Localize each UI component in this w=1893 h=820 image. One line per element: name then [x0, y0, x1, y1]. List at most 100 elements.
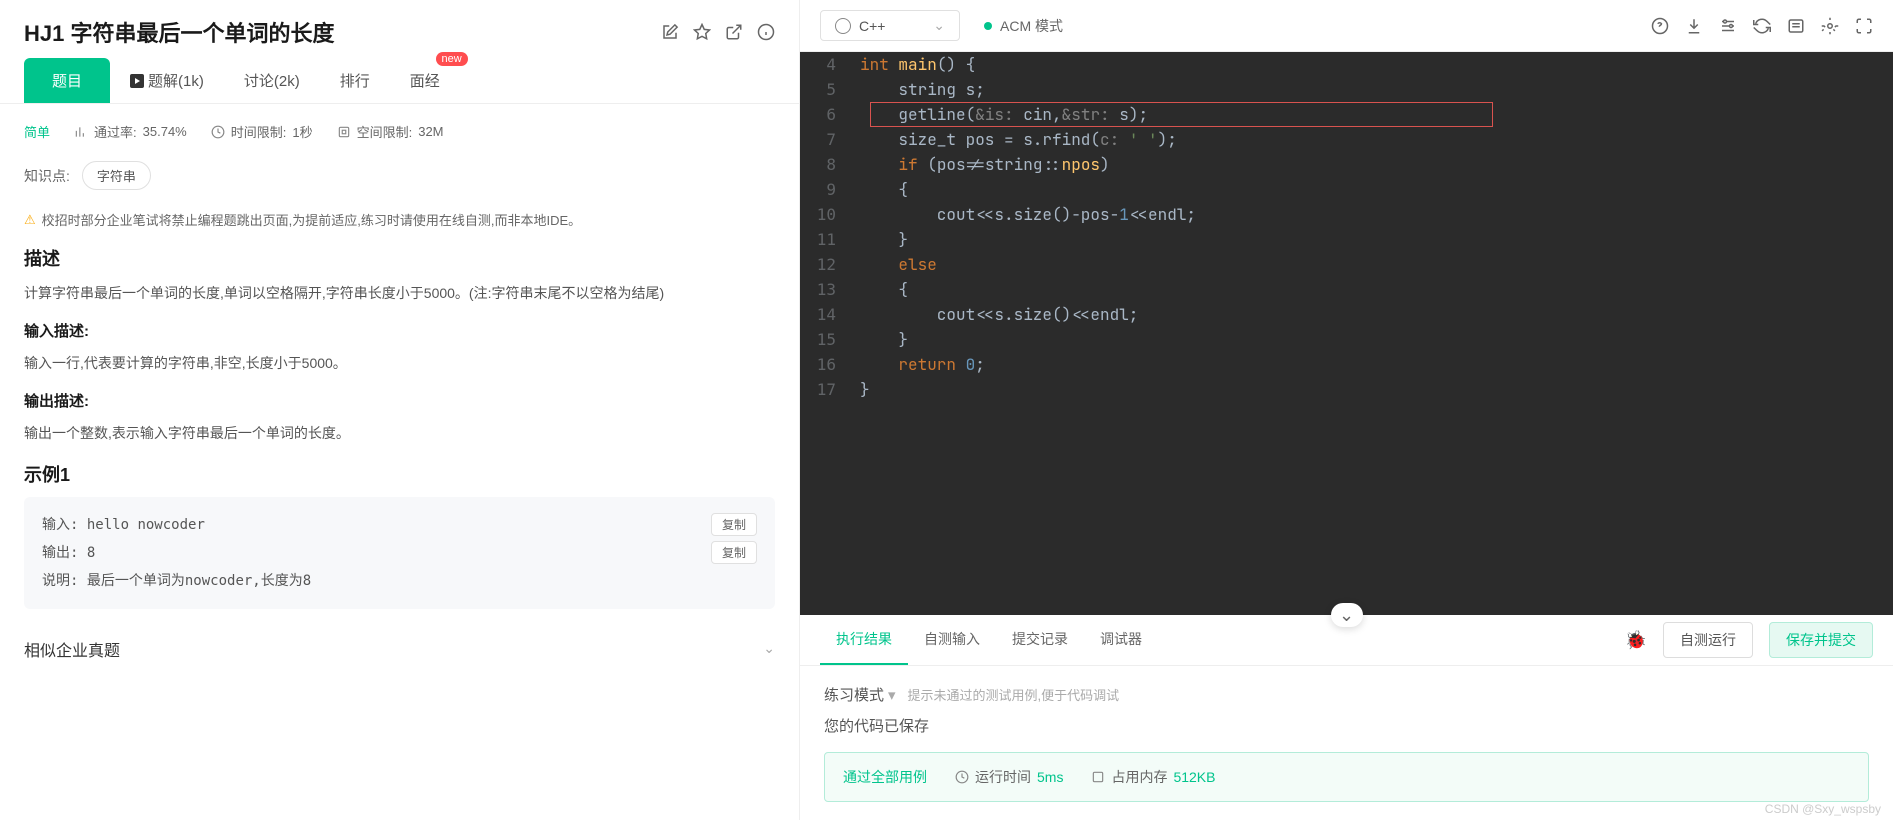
tab-interview[interactable]: 面经new [390, 58, 460, 103]
time-limit-label: 时间限制: [231, 122, 287, 141]
tab-discuss[interactable]: 讨论(2k) [224, 58, 320, 103]
copy-output-button[interactable]: 复制 [711, 541, 757, 564]
line-content: string s; [860, 77, 1893, 102]
code-line: 4int main() { [800, 52, 1893, 77]
globe-icon [835, 18, 851, 34]
line-content: } [860, 227, 1893, 252]
line-content: { [860, 277, 1893, 302]
input-body: 输入一行,代表要计算的字符串,非空,长度小于5000。 [24, 351, 775, 376]
result-tab-exec[interactable]: 执行结果 [820, 615, 908, 665]
desc-body: 计算字符串最后一个单词的长度,单词以空格隔开,字符串长度小于5000。(注:字符… [24, 281, 775, 306]
code-line: 17} [800, 377, 1893, 402]
refresh-icon[interactable] [1753, 17, 1771, 35]
share-icon[interactable] [725, 23, 743, 41]
line-number: 9 [800, 177, 860, 202]
save-message: 您的代码已保存 [824, 715, 1869, 736]
output-label: 输出: [42, 545, 78, 561]
self-run-button[interactable]: 自测运行 [1663, 622, 1753, 658]
line-content: getline(&is: cin,&str: s); [860, 102, 1893, 127]
save-submit-button[interactable]: 保存并提交 [1769, 622, 1873, 658]
pass-rate-label: 通过率: [94, 122, 137, 141]
code-line: 9 { [800, 177, 1893, 202]
code-line: 7 size_t pos = s.rfind(c: ' '); [800, 127, 1893, 152]
result-tab-selftest[interactable]: 自测输入 [908, 615, 996, 665]
clock-icon [955, 770, 969, 784]
code-line: 5 string s; [800, 77, 1893, 102]
info-icon[interactable] [757, 23, 775, 41]
download-icon[interactable] [1685, 17, 1703, 35]
code-line: 14 cout<<s.size()<<endl; [800, 302, 1893, 327]
desc-header: 描述 [24, 245, 775, 271]
bug-icon[interactable]: 🐞 [1625, 630, 1647, 651]
line-number: 4 [800, 52, 860, 77]
problem-panel: HJ1 字符串最后一个单词的长度 题目 题解(1k) 讨论(2k) 排行 面经n… [0, 0, 800, 820]
edit-icon[interactable] [661, 23, 679, 41]
line-number: 12 [800, 252, 860, 277]
practice-mode-label: 练习模式 [824, 684, 884, 705]
mode-label: ACM 模式 [1000, 16, 1063, 36]
input-label: 输入: [42, 517, 78, 533]
warning-text: 校招时部分企业笔试将禁止编程题跳出页面,为提前适应,练习时请使用在线自测,而非本… [42, 210, 582, 229]
time-value: 5ms [1037, 769, 1063, 785]
gear-icon[interactable] [1821, 17, 1839, 35]
line-content: cout<<s.size()-pos-1<<endl; [860, 202, 1893, 227]
similar-header: 相似企业真题 [24, 637, 120, 661]
tab-rank[interactable]: 排行 [320, 58, 390, 103]
editor-panel: C++ ⌄ ACM 模式 4int main() {5 string s;6 [800, 0, 1893, 820]
clock-icon [211, 125, 225, 139]
result-tab-debug[interactable]: 调试器 [1084, 615, 1158, 665]
input-header: 输入描述: [24, 320, 775, 341]
explain-label: 说明: [42, 573, 78, 589]
chevron-down-icon: ⌄ [1339, 605, 1354, 626]
watermark: CSDN @Sxy_wspsby [1765, 802, 1881, 816]
output-value: 8 [87, 545, 95, 561]
language-select[interactable]: C++ ⌄ [820, 10, 960, 41]
copy-input-button[interactable]: 复制 [711, 513, 757, 536]
knowledge-label: 知识点: [24, 166, 70, 186]
pass-text: 通过全部用例 [843, 767, 927, 787]
line-content: if (pos!=string::npos) [860, 152, 1893, 177]
result-tab-submit[interactable]: 提交记录 [996, 615, 1084, 665]
code-line: 8 if (pos!=string::npos) [800, 152, 1893, 177]
input-value: hello nowcoder [87, 517, 205, 533]
code-editor[interactable]: 4int main() {5 string s;6 getline(&is: c… [800, 52, 1893, 615]
tab-solution[interactable]: 题解(1k) [110, 58, 224, 103]
line-number: 7 [800, 127, 860, 152]
line-content: else [860, 252, 1893, 277]
output-body: 输出一个整数,表示输入字符串最后一个单词的长度。 [24, 421, 775, 446]
line-content: } [860, 377, 1893, 402]
knowledge-tag[interactable]: 字符串 [82, 161, 151, 190]
line-content: int main() { [860, 52, 1893, 77]
warning-icon: ⚠ [24, 212, 36, 228]
code-line: 13 { [800, 277, 1893, 302]
code-line: 6 getline(&is: cin,&str: s); [800, 102, 1893, 127]
line-number: 16 [800, 352, 860, 377]
code-line: 15 } [800, 327, 1893, 352]
pass-rate: 35.74% [143, 124, 187, 139]
line-number: 14 [800, 302, 860, 327]
line-number: 8 [800, 152, 860, 177]
code-line: 16 return 0; [800, 352, 1893, 377]
new-badge: new [436, 52, 468, 66]
chevron-down-icon[interactable]: ▾ [888, 686, 896, 704]
similar-problems[interactable]: 相似企业真题 ⌄ [0, 623, 799, 675]
practice-hint: 提示未通过的测试用例,便于代码调试 [908, 685, 1120, 704]
explain-value: 最后一个单词为nowcoder,长度为8 [87, 573, 311, 589]
chart-icon [74, 125, 88, 139]
fullscreen-icon[interactable] [1855, 17, 1873, 35]
star-icon[interactable] [693, 23, 711, 41]
help-icon[interactable] [1651, 17, 1669, 35]
settings-icon[interactable] [1719, 17, 1737, 35]
status-dot-icon [984, 22, 992, 30]
code-line: 11 } [800, 227, 1893, 252]
memory-icon [1091, 770, 1105, 784]
language-label: C++ [859, 18, 885, 34]
chevron-down-icon: ⌄ [763, 640, 775, 657]
expand-handle[interactable]: ⌄ [1331, 603, 1363, 627]
tab-problem[interactable]: 题目 [24, 58, 110, 103]
example-header: 示例1 [24, 461, 775, 487]
line-number: 6 [800, 102, 860, 127]
notes-icon[interactable] [1787, 17, 1805, 35]
line-content: cout<<s.size()<<endl; [860, 302, 1893, 327]
difficulty-badge: 简单 [24, 122, 50, 141]
